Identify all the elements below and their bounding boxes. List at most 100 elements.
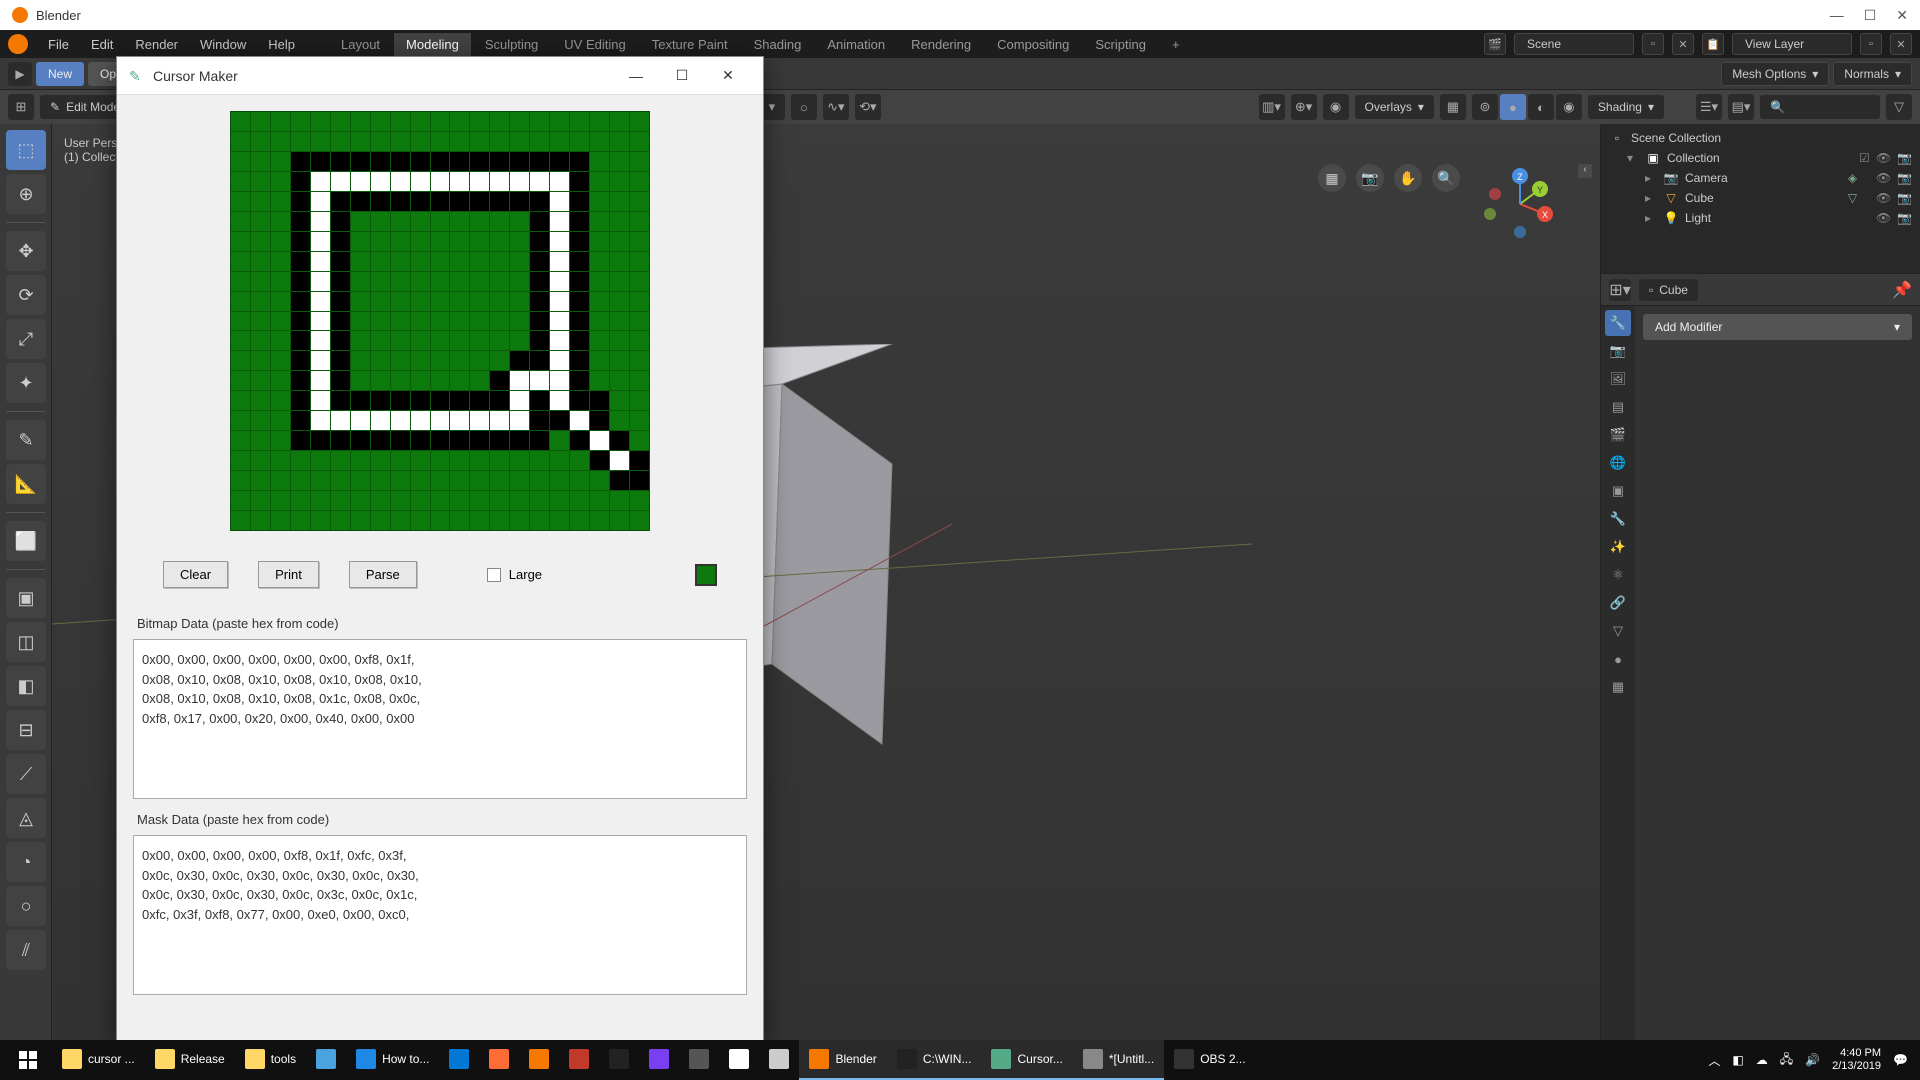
outliner-filter-icon[interactable]: ▽ bbox=[1886, 94, 1912, 120]
tool-move[interactable]: ✥ bbox=[6, 231, 46, 271]
outliner-scene-collection[interactable]: ▫ Scene Collection bbox=[1609, 128, 1912, 148]
taskbar-item[interactable] bbox=[439, 1040, 479, 1080]
mask-data-textarea[interactable] bbox=[133, 835, 747, 995]
props-editor-icon[interactable]: ⊞▾ bbox=[1609, 279, 1631, 301]
viewlayer-name-input[interactable]: View Layer bbox=[1732, 33, 1852, 55]
visibility-icon[interactable]: 👁 bbox=[1876, 171, 1891, 185]
outliner-display-icon[interactable]: ▤▾ bbox=[1728, 94, 1754, 120]
overlays-toggle[interactable]: ◉ bbox=[1323, 94, 1349, 120]
tool-annotate[interactable]: ✎ bbox=[6, 420, 46, 460]
tool-cursor[interactable]: ⊕ bbox=[6, 174, 46, 214]
ptab-object[interactable]: ▣ bbox=[1605, 478, 1631, 504]
sidebar-toggle-icon[interactable]: ‹ bbox=[1578, 164, 1592, 178]
viewlayer-new-button[interactable]: ▫ bbox=[1860, 33, 1882, 55]
navigation-gizmo[interactable]: X Y Z bbox=[1480, 164, 1560, 244]
taskbar-item[interactable] bbox=[559, 1040, 599, 1080]
menu-render[interactable]: Render bbox=[125, 33, 188, 56]
taskbar-item[interactable]: Cursor... bbox=[981, 1040, 1072, 1080]
ptab-wrench[interactable]: 🔧 bbox=[1605, 506, 1631, 532]
shading-solid[interactable]: ● bbox=[1500, 94, 1526, 120]
taskbar-item[interactable] bbox=[679, 1040, 719, 1080]
taskbar-item[interactable] bbox=[759, 1040, 799, 1080]
view-zoom-icon[interactable]: 🔍 bbox=[1432, 164, 1460, 192]
pixel-grid-canvas[interactable] bbox=[230, 111, 650, 531]
workspace-rendering[interactable]: Rendering bbox=[899, 33, 983, 56]
outliner-search[interactable]: 🔍 bbox=[1760, 95, 1880, 119]
overlays-dropdown[interactable]: Overlays ▾ bbox=[1355, 95, 1434, 119]
ptab-texture[interactable]: ▦ bbox=[1605, 674, 1631, 700]
pin-icon[interactable]: 📌 bbox=[1892, 280, 1912, 300]
shading-lookdev[interactable]: ◐ bbox=[1528, 94, 1554, 120]
workspace-texturepaint[interactable]: Texture Paint bbox=[640, 33, 740, 56]
visibility-icon[interactable]: 👁 bbox=[1876, 151, 1891, 165]
parse-button[interactable]: Parse bbox=[349, 561, 417, 588]
dialog-maximize-button[interactable]: ☐ bbox=[659, 60, 705, 92]
ptab-render[interactable]: 📷 bbox=[1605, 338, 1631, 364]
menu-help[interactable]: Help bbox=[258, 33, 305, 56]
link-icon[interactable]: ⟲▾ bbox=[855, 94, 881, 120]
tool-spin[interactable]: ◔ bbox=[6, 842, 46, 882]
proportional-icon[interactable]: ○ bbox=[791, 94, 817, 120]
view-camera-icon[interactable]: ▦ bbox=[1318, 164, 1346, 192]
xray-icon[interactable]: ▦ bbox=[1440, 94, 1466, 120]
tray-onedrive-icon[interactable]: ☁ bbox=[1756, 1053, 1768, 1067]
visibility-icon[interactable]: 👁 bbox=[1876, 211, 1891, 225]
close-button[interactable]: ✕ bbox=[1896, 7, 1908, 24]
data-icon[interactable]: ▽ bbox=[1848, 191, 1857, 205]
menu-edit[interactable]: Edit bbox=[81, 33, 123, 56]
dialog-close-button[interactable]: ✕ bbox=[705, 60, 751, 92]
props-breadcrumb[interactable]: ▫ Cube bbox=[1639, 279, 1698, 301]
ptab-constraints[interactable]: 🔗 bbox=[1605, 590, 1631, 616]
add-modifier-button[interactable]: Add Modifier▾ bbox=[1643, 314, 1912, 340]
outliner-editor-icon[interactable]: ☰▾ bbox=[1696, 94, 1722, 120]
minimize-button[interactable]: — bbox=[1830, 7, 1844, 24]
new-button[interactable]: New bbox=[36, 62, 84, 86]
tool-loopcut[interactable]: ⊟ bbox=[6, 710, 46, 750]
taskbar-item[interactable]: OBS 2... bbox=[1164, 1040, 1255, 1080]
workspace-layout[interactable]: Layout bbox=[329, 33, 392, 56]
outliner-collection[interactable]: ▾ ▣ Collection ☑👁📷 bbox=[1609, 148, 1912, 168]
normals-dropdown[interactable]: Normals ▾ bbox=[1833, 62, 1912, 86]
scene-new-button[interactable]: ▫ bbox=[1642, 33, 1664, 55]
checkbox-icon[interactable] bbox=[487, 568, 501, 582]
outliner-item-cube[interactable]: ▸ ▽ Cube ▽ 👁📷 bbox=[1609, 188, 1912, 208]
taskbar-item[interactable] bbox=[719, 1040, 759, 1080]
scene-name-input[interactable]: Scene bbox=[1514, 33, 1634, 55]
taskbar-item[interactable]: tools bbox=[235, 1040, 306, 1080]
blender-icon[interactable] bbox=[8, 34, 28, 54]
proportional-falloff[interactable]: ∿▾ bbox=[823, 94, 849, 120]
gizmo-dropdown-icon[interactable]: ⊕▾ bbox=[1291, 94, 1317, 120]
ptab-modifier[interactable]: 🔧 bbox=[1605, 310, 1631, 336]
outliner-item-light[interactable]: ▸ 💡 Light 👁📷 bbox=[1609, 208, 1912, 228]
tool-edgeslide[interactable]: ⫽ bbox=[6, 930, 46, 970]
taskbar-item[interactable] bbox=[306, 1040, 346, 1080]
workspace-modeling[interactable]: Modeling bbox=[394, 33, 471, 56]
taskbar-item[interactable]: *[Untitl... bbox=[1073, 1040, 1164, 1080]
tool-scale[interactable]: ⤢ bbox=[6, 319, 46, 359]
ptab-particles[interactable]: ✨ bbox=[1605, 534, 1631, 560]
exclude-icon[interactable]: ☑ bbox=[1859, 151, 1870, 165]
render-icon[interactable]: 📷 bbox=[1897, 151, 1912, 165]
dialog-title-bar[interactable]: ✎ Cursor Maker — ☐ ✕ bbox=[117, 57, 763, 95]
clear-button[interactable]: Clear bbox=[163, 561, 228, 588]
tool-extrude[interactable]: ▣ bbox=[6, 578, 46, 618]
workspace-shading[interactable]: Shading bbox=[742, 33, 814, 56]
tray-chevron-icon[interactable]: ︿ bbox=[1708, 1052, 1720, 1069]
tool-smooth[interactable]: ○ bbox=[6, 886, 46, 926]
taskbar-item[interactable]: cursor ... bbox=[52, 1040, 145, 1080]
taskbar-item[interactable]: C:\WIN... bbox=[887, 1040, 982, 1080]
expand-icon[interactable]: ▾ bbox=[1627, 151, 1639, 165]
ptab-scene[interactable]: 🎬 bbox=[1605, 422, 1631, 448]
dialog-minimize-button[interactable]: — bbox=[613, 60, 659, 92]
expand-icon[interactable]: ▸ bbox=[1645, 191, 1657, 205]
print-button[interactable]: Print bbox=[258, 561, 319, 588]
ptab-physics[interactable]: ⚛ bbox=[1605, 562, 1631, 588]
ptab-data[interactable]: ▽ bbox=[1605, 618, 1631, 644]
editor-type-icon[interactable]: ⊞ bbox=[8, 94, 34, 120]
visibility-icon[interactable]: 👁 bbox=[1876, 191, 1891, 205]
menu-file[interactable]: File bbox=[38, 33, 79, 56]
tool-rotate[interactable]: ⟳ bbox=[6, 275, 46, 315]
tool-select-box[interactable]: ⬚ bbox=[6, 130, 46, 170]
scene-icon[interactable]: 🎬 bbox=[1484, 33, 1506, 55]
shading-dropdown[interactable]: Shading ▾ bbox=[1588, 95, 1664, 119]
